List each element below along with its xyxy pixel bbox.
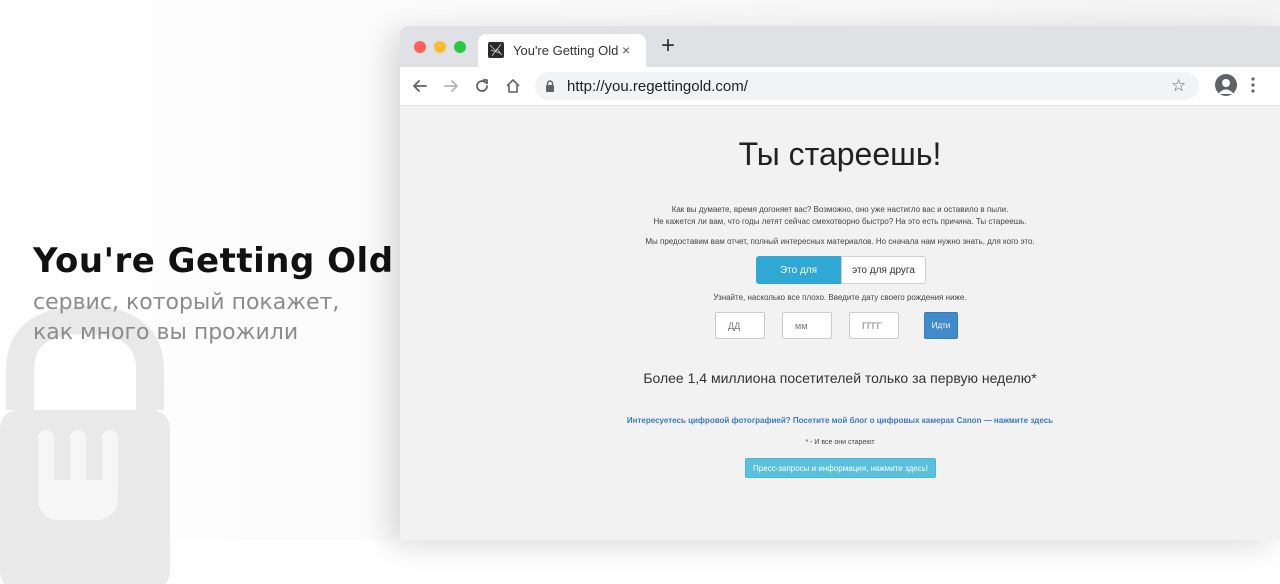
reload-icon[interactable] [473,77,491,95]
home-icon[interactable] [504,77,522,95]
tab-title: You're Getting Old [513,43,619,58]
bottom-strip [0,540,1280,584]
promo-subtitle-line-2: как много вы прожили [33,320,299,345]
birth-prompt: Узнайте, насколько все плохо. Введите да… [713,293,967,302]
photo-blog-link[interactable]: Интересуетесь цифровой фотографией? Посе… [400,416,1280,425]
option-for-friend-button[interactable]: это для друга [841,256,926,284]
report-text: Мы предоставим вам отчет, полный интерес… [645,237,1035,246]
close-window-button[interactable] [414,41,426,53]
minimize-window-button[interactable] [434,41,446,53]
promo-title: You're Getting Old [33,241,394,281]
star-icon[interactable]: ☆ [1171,76,1186,96]
browser-window: You're Getting Old × + http://you.regett… [400,26,1280,540]
promo-subtitle-line-1: сервис, который покажет, [33,290,340,315]
intro-line-1: Как вы думаете, время догоняет вас? Возм… [671,205,1009,214]
profile-icon[interactable] [1215,74,1237,96]
lock-icon [546,80,554,92]
day-input[interactable] [715,312,765,339]
option-for-me-button[interactable]: Это для меня [756,256,841,304]
intro-text: Как вы думаете, время догоняет вас? Возм… [400,204,1280,228]
url-text: http://you.regettingold.com/ [567,78,748,95]
intro-line-2: Не кажется ли вам, что годы летят сейчас… [653,217,1027,226]
visitors-text: Более 1,4 миллиона посетителей только за… [643,370,1037,386]
promo-subtitle: сервис, который покажет, как много вы пр… [33,288,339,348]
menu-dots-icon[interactable] [1251,76,1255,94]
footnote-text: * - И все они стареют [805,439,875,446]
forward-arrow-icon[interactable] [442,77,460,95]
year-input[interactable] [849,312,899,339]
tab-strip: You're Getting Old × + [400,26,1280,67]
browser-toolbar: http://you.regettingold.com/ ☆ [400,67,1280,106]
new-tab-button[interactable]: + [661,34,675,58]
recipient-toggle: Это для меня это для друга [756,256,926,304]
go-button[interactable]: Идти [924,312,958,339]
month-input[interactable] [782,312,832,339]
address-bar[interactable]: http://you.regettingold.com/ ☆ [535,72,1199,100]
maximize-window-button[interactable] [454,41,466,53]
favicon-icon [488,42,504,58]
page-heading: Ты стареешь! [738,136,942,172]
browser-tab[interactable]: You're Getting Old × [478,34,646,67]
tab-close-icon[interactable]: × [622,41,630,59]
press-button[interactable]: Пресс-запросы и информация, нажмите здес… [745,458,936,478]
back-arrow-icon[interactable] [411,77,429,95]
web-page: Ты стареешь! Как вы думаете, время догон… [400,106,1280,540]
